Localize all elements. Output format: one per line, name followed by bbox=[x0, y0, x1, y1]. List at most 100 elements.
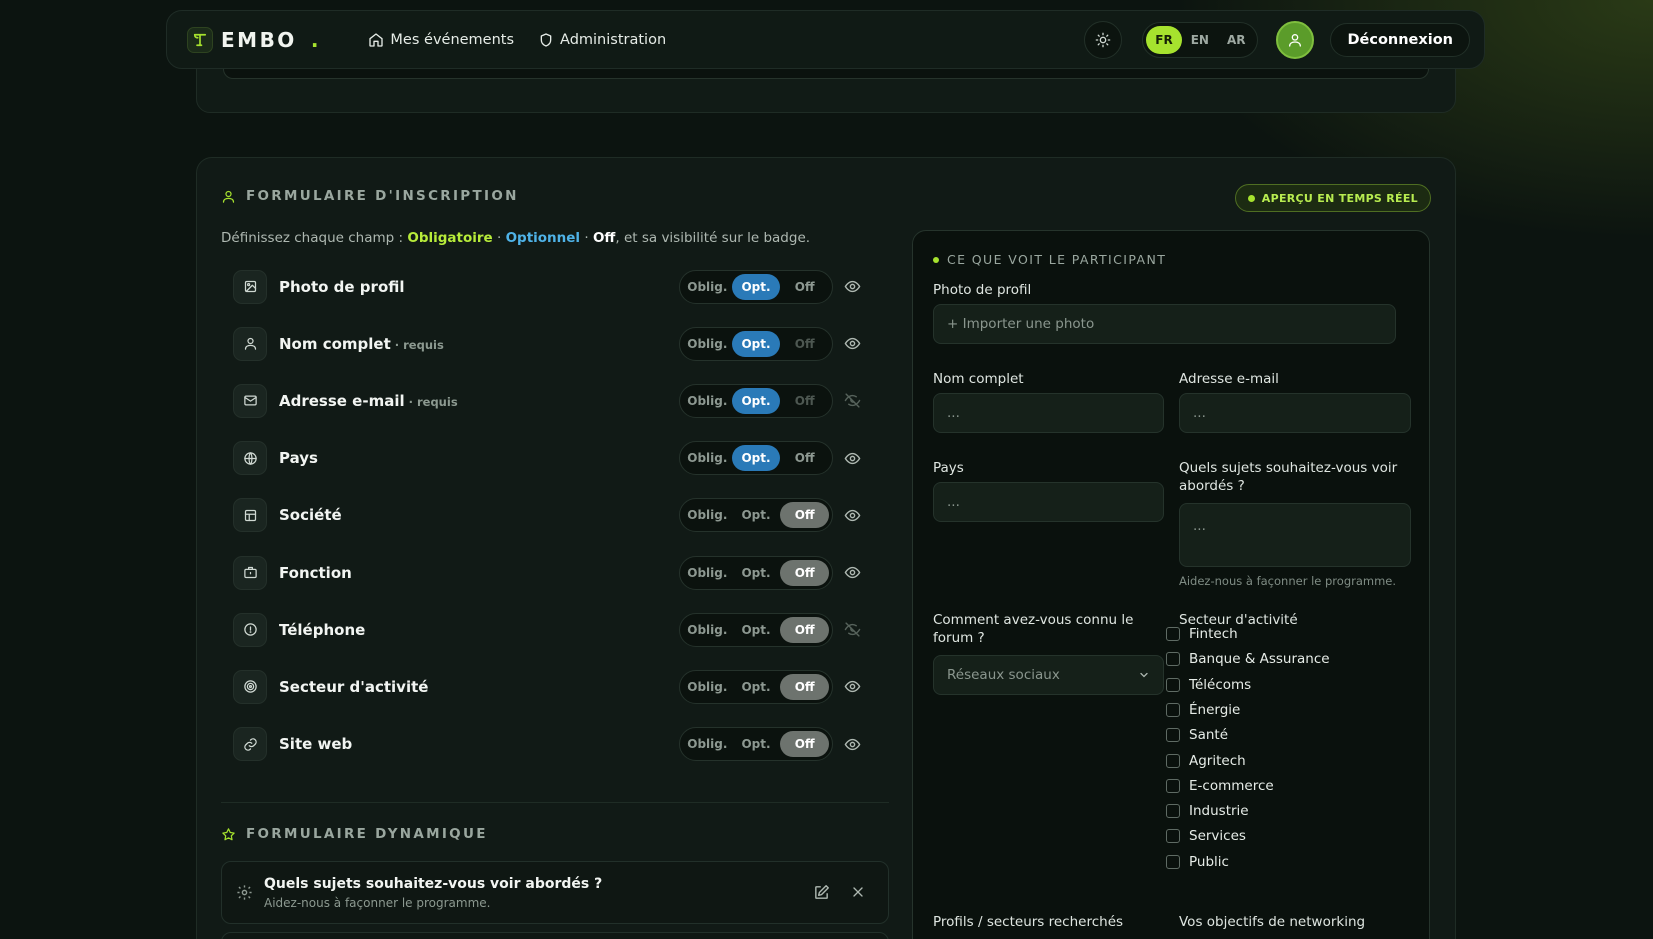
dynamic-question-label: Quels sujets souhaitez-vous voir abordés… bbox=[264, 876, 603, 892]
badge-visibility-toggle[interactable] bbox=[841, 619, 863, 641]
checkbox-box[interactable] bbox=[1166, 753, 1180, 768]
checkbox-box[interactable] bbox=[1166, 627, 1180, 641]
nav-my-events[interactable]: Mes événements bbox=[356, 22, 526, 58]
lang-fr[interactable]: FR bbox=[1146, 25, 1182, 54]
badge-visibility-toggle[interactable] bbox=[841, 504, 863, 526]
checkbox-box[interactable] bbox=[1166, 652, 1180, 667]
badge-visibility-toggle[interactable] bbox=[841, 676, 863, 698]
checkbox-box[interactable] bbox=[1166, 677, 1180, 692]
logout-button[interactable]: Déconnexion bbox=[1330, 22, 1470, 57]
field-row: Pays Oblig. Opt. Off bbox=[221, 430, 889, 487]
field-mode-toggle: Oblig. Opt. Off bbox=[679, 383, 833, 418]
badge-visibility-toggle[interactable] bbox=[841, 562, 863, 584]
mode-opt-option[interactable]: Opt. bbox=[731, 445, 781, 472]
mode-oblig-option[interactable]: Oblig. bbox=[683, 502, 732, 528]
logo[interactable]: EMBO . bbox=[187, 26, 318, 53]
sector-checkbox[interactable]: Industrie bbox=[1166, 803, 1249, 819]
live-dot-icon bbox=[1247, 194, 1255, 202]
building-icon bbox=[244, 509, 256, 521]
mode-oblig-option[interactable]: Oblig. bbox=[683, 617, 732, 643]
mode-off-option[interactable]: Off bbox=[780, 388, 829, 414]
avatar[interactable] bbox=[1276, 20, 1315, 59]
checkbox-box[interactable] bbox=[1166, 829, 1180, 844]
mode-oblig-option[interactable]: Oblig. bbox=[683, 445, 732, 471]
badge-visibility-toggle[interactable] bbox=[841, 276, 863, 298]
nav-administration[interactable]: Administration bbox=[526, 22, 678, 58]
theme-toggle-button[interactable] bbox=[1084, 20, 1123, 59]
mode-opt-option[interactable]: Opt. bbox=[732, 502, 781, 528]
mode-off-option[interactable]: Off bbox=[780, 559, 830, 586]
checkbox-box[interactable] bbox=[1166, 728, 1180, 743]
mode-opt-option[interactable]: Opt. bbox=[731, 387, 781, 414]
sector-checkbox[interactable]: Banque & Assurance bbox=[1166, 651, 1330, 667]
mode-off-option[interactable]: Off bbox=[780, 502, 830, 529]
badge-visibility-toggle[interactable] bbox=[841, 333, 863, 355]
intro-sep1: · bbox=[492, 230, 506, 246]
mode-off-option[interactable]: Off bbox=[780, 274, 829, 300]
preview-title: CE QUE VOIT LE PARTICIPANT bbox=[933, 252, 1166, 267]
sector-checkbox[interactable]: Agritech bbox=[1166, 753, 1246, 769]
preview-topics-textarea[interactable]: ... bbox=[1179, 503, 1411, 567]
lang-ar[interactable]: AR bbox=[1218, 26, 1255, 54]
mode-oblig-option[interactable]: Oblig. bbox=[683, 731, 732, 757]
field-row: Adresse e-mail · requis Oblig. Opt. Off bbox=[221, 372, 889, 429]
mode-oblig-option[interactable]: Oblig. bbox=[683, 331, 732, 357]
sector-checkbox[interactable]: Télécoms bbox=[1166, 677, 1251, 693]
mode-off-option[interactable]: Off bbox=[780, 731, 830, 758]
field-row: Fonction Oblig. Opt. Off bbox=[221, 544, 889, 601]
preview-photo-upload-button[interactable]: + Importer une photo bbox=[933, 304, 1396, 344]
mode-oblig-option[interactable]: Oblig. bbox=[683, 274, 732, 300]
mode-opt-option[interactable]: Opt. bbox=[732, 617, 781, 643]
mode-opt-option[interactable]: Opt. bbox=[732, 731, 781, 757]
mode-off-option[interactable]: Off bbox=[780, 445, 829, 471]
mode-oblig-option[interactable]: Oblig. bbox=[683, 388, 732, 414]
preview-source-label: Comment avez-vous connu le forum ? bbox=[933, 612, 1134, 646]
preview-profiles-label: Profils / secteurs recherchés bbox=[933, 914, 1124, 930]
mode-off-option[interactable]: Off bbox=[780, 616, 830, 643]
mode-opt-option[interactable]: Opt. bbox=[732, 674, 781, 700]
field-name: Site web bbox=[279, 735, 353, 754]
edit-icon[interactable] bbox=[813, 884, 830, 901]
preview-name-input[interactable]: ... bbox=[933, 393, 1164, 433]
eye-icon bbox=[844, 280, 860, 293]
preview-name-label: Nom complet bbox=[933, 371, 1024, 387]
field-name: Société bbox=[279, 506, 342, 525]
intro-off: Off bbox=[592, 230, 616, 246]
field-name: Téléphone bbox=[279, 620, 366, 639]
sector-checkbox[interactable]: Services bbox=[1166, 828, 1246, 844]
eye-icon bbox=[844, 566, 860, 579]
checkbox-box[interactable] bbox=[1166, 804, 1180, 819]
mode-opt-option[interactable]: Opt. bbox=[732, 560, 781, 586]
checkbox-box[interactable] bbox=[1166, 702, 1180, 717]
field-row: Photo de profil Oblig. Opt. Off bbox=[221, 258, 889, 315]
preview-source-select[interactable]: Réseaux sociaux bbox=[933, 655, 1164, 695]
eye-icon bbox=[844, 452, 860, 464]
checkbox-box[interactable] bbox=[1166, 854, 1180, 869]
badge-visibility-toggle[interactable] bbox=[841, 390, 863, 412]
close-icon[interactable] bbox=[850, 884, 866, 900]
sector-checkbox[interactable]: E-commerce bbox=[1166, 778, 1274, 794]
lang-en[interactable]: EN bbox=[1182, 26, 1218, 54]
sector-checkbox[interactable]: Énergie bbox=[1166, 702, 1240, 718]
mode-off-option[interactable]: Off bbox=[780, 331, 829, 357]
mode-oblig-option[interactable]: Oblig. bbox=[683, 674, 732, 700]
mode-off-option[interactable]: Off bbox=[780, 673, 830, 700]
preview-email-input[interactable]: ... bbox=[1179, 393, 1411, 433]
sector-checkbox[interactable]: Public bbox=[1166, 854, 1229, 870]
field-label: Secteur d'activité bbox=[279, 678, 432, 696]
mode-opt-option[interactable]: Opt. bbox=[731, 273, 781, 300]
checkbox-box[interactable] bbox=[1166, 778, 1180, 793]
eye-icon bbox=[844, 681, 860, 693]
sector-checkbox[interactable]: Fintech bbox=[1166, 626, 1238, 642]
star-icon bbox=[222, 827, 235, 840]
mode-oblig-option[interactable]: Oblig. bbox=[683, 560, 732, 586]
field-icon-box bbox=[233, 669, 267, 704]
badge-visibility-toggle[interactable] bbox=[841, 447, 863, 469]
field-name: Fonction bbox=[279, 563, 352, 582]
preview-title-text: CE QUE VOIT LE PARTICIPANT bbox=[947, 252, 1167, 267]
badge-visibility-toggle[interactable] bbox=[841, 733, 863, 755]
preview-country-input[interactable]: ... bbox=[933, 482, 1164, 522]
sun-icon bbox=[1095, 32, 1111, 47]
sector-checkbox[interactable]: Santé bbox=[1166, 727, 1228, 743]
mode-opt-option[interactable]: Opt. bbox=[731, 330, 781, 357]
